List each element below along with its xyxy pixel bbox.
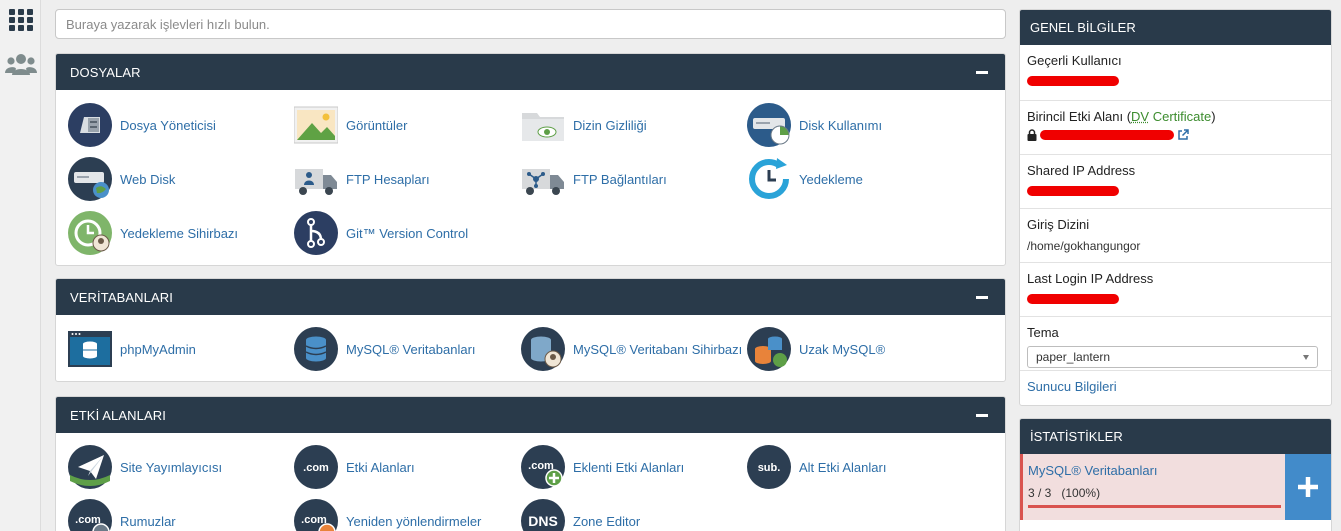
theme-row: Tema paper_lantern xyxy=(1020,316,1331,370)
svg-text:.com: .com xyxy=(303,462,329,474)
addon-domains-link[interactable]: .com Eklenti Etki Alanları xyxy=(521,442,684,492)
domains-panel-header[interactable]: ETKİ ALANLARI xyxy=(56,397,1005,433)
current-user-label: Geçerli Kullanıcı xyxy=(1027,53,1122,68)
backup-link[interactable]: Yedekleme xyxy=(747,154,863,204)
domains-panel-title: ETKİ ALANLARI xyxy=(70,407,166,423)
general-info-title: GENEL BİLGİLER xyxy=(1020,10,1331,45)
databases-panel-title: VERİTABANLARI xyxy=(70,289,173,305)
sub-domain-icon: sub. xyxy=(747,445,791,489)
svg-text:sub.: sub. xyxy=(758,462,781,474)
stat-name-link[interactable]: MySQL® Veritabanları xyxy=(1028,463,1158,478)
collapse-icon[interactable] xyxy=(975,65,989,79)
disk-usage-link[interactable]: Disk Kullanımı xyxy=(747,100,882,150)
stat-mysql-databases: MySQL® Veritabanları 3 / 3 (100%) xyxy=(1020,454,1331,520)
files-panel: DOSYALAR Dosya Yöneticisi Görüntüler Diz… xyxy=(55,53,1006,266)
users-icon[interactable] xyxy=(0,44,41,84)
backup-wizard-icon xyxy=(68,211,112,255)
shared-ip-label: Shared IP Address xyxy=(1027,163,1136,178)
files-panel-title: DOSYALAR xyxy=(70,64,141,80)
dv-certificate-link[interactable]: DV xyxy=(1131,109,1149,124)
git-branch-icon xyxy=(294,211,338,255)
statistics-title: İSTATİSTİKLER xyxy=(1020,419,1331,454)
backup-wizard-link[interactable]: Yedekleme Sihirbazı xyxy=(68,208,238,258)
phpmyadmin-icon xyxy=(68,331,112,367)
database-wizard-icon xyxy=(521,327,565,371)
directory-privacy-link[interactable]: Dizin Gizliliği xyxy=(521,100,647,150)
server-info-row: Sunucu Bilgileri xyxy=(1020,370,1331,405)
files-panel-header[interactable]: DOSYALAR xyxy=(56,54,1005,90)
alias-dot-com-icon: .com xyxy=(68,499,112,531)
mysql-databases-link[interactable]: MySQL® Veritabanları xyxy=(294,324,476,374)
collapse-icon[interactable] xyxy=(975,408,989,422)
dot-com-icon: .com xyxy=(294,445,338,489)
phpmyadmin-link[interactable]: phpMyAdmin xyxy=(68,324,196,374)
dot-com-plus-icon: .com xyxy=(521,445,565,489)
primary-domain-row: Birincil Etki Alanı (DV Certificate) xyxy=(1020,100,1331,154)
databases-panel-header[interactable]: VERİTABANLARI xyxy=(56,279,1005,315)
home-dir-value: /home/gokhangungor xyxy=(1027,239,1141,253)
stat-count: 3 / 3 (100%) xyxy=(1028,486,1101,500)
git-version-control-link[interactable]: Git™ Version Control xyxy=(294,208,468,258)
external-link-icon[interactable] xyxy=(1177,129,1189,141)
collapse-icon[interactable] xyxy=(975,290,989,304)
mysql-database-wizard-link[interactable]: MySQL® Veritabanı Sihirbazı xyxy=(521,324,742,374)
paper-plane-icon xyxy=(68,445,112,489)
aliases-link[interactable]: .com Rumuzlar xyxy=(68,496,176,531)
images-icon xyxy=(294,106,338,144)
ftp-accounts-link[interactable]: FTP Hesapları xyxy=(294,154,430,204)
domains-link[interactable]: .com Etki Alanları xyxy=(294,442,415,492)
theme-label: Tema xyxy=(1027,325,1059,340)
lock-icon xyxy=(1027,129,1037,141)
primary-domain-value xyxy=(1027,129,1324,141)
quick-find-search-input[interactable] xyxy=(55,9,1006,39)
folder-eye-icon xyxy=(522,113,564,141)
subdomains-link[interactable]: sub. Alt Etki Alanları xyxy=(747,442,886,492)
svg-text:DNS: DNS xyxy=(528,513,558,529)
last-login-ip-row: Last Login IP Address xyxy=(1020,262,1331,316)
home-dir-label: Giriş Dizini xyxy=(1027,217,1090,232)
add-database-button[interactable] xyxy=(1285,454,1331,520)
plus-icon xyxy=(1298,477,1318,497)
apps-grid-icon[interactable] xyxy=(0,0,41,40)
shared-ip-value-redacted xyxy=(1027,185,1324,199)
primary-domain-label: Birincil Etki Alanı (DV Certificate) xyxy=(1027,109,1216,124)
home-dir-row: Giriş Dizini /home/gokhangungor xyxy=(1020,208,1331,262)
web-disk-link[interactable]: Web Disk xyxy=(68,154,175,204)
dns-icon: DNS xyxy=(521,499,565,531)
stat-usage-bar xyxy=(1028,505,1281,508)
shared-ip-row: Shared IP Address xyxy=(1020,154,1331,208)
backup-clock-icon xyxy=(749,158,789,199)
redirects-link[interactable]: .com Yeniden yönlendirmeler xyxy=(294,496,481,531)
remote-mysql-link[interactable]: Uzak MySQL® xyxy=(747,324,885,374)
last-login-ip-label: Last Login IP Address xyxy=(1027,271,1154,286)
ftp-truck-user-icon xyxy=(295,169,337,195)
current-user-row: Geçerli Kullanıcı xyxy=(1020,45,1331,100)
current-user-value-redacted xyxy=(1027,75,1324,89)
disk-usage-icon xyxy=(747,103,791,147)
right-sidebar: GENEL BİLGİLER Geçerli Kullanıcı Birinci… xyxy=(1019,9,1332,531)
site-publisher-link[interactable]: Site Yayımlayıcısı xyxy=(68,442,222,492)
server-info-link[interactable]: Sunucu Bilgileri xyxy=(1027,379,1117,394)
statistics-box: İSTATİSTİKLER MySQL® Veritabanları 3 / 3… xyxy=(1019,418,1332,531)
last-login-ip-value-redacted xyxy=(1027,293,1324,307)
database-icon xyxy=(294,327,338,371)
ftp-truck-network-icon xyxy=(522,169,564,195)
ftp-connections-link[interactable]: FTP Bağlantıları xyxy=(521,154,667,204)
chevron-down-icon xyxy=(1303,354,1309,360)
redirect-dot-com-icon: .com xyxy=(294,499,338,531)
left-rail xyxy=(0,0,41,531)
file-manager-icon xyxy=(68,103,112,147)
file-manager-link[interactable]: Dosya Yöneticisi xyxy=(68,100,216,150)
remote-database-icon xyxy=(747,327,791,371)
databases-panel: VERİTABANLARI phpMyAdmin MySQL® Veritaba… xyxy=(55,278,1006,382)
web-disk-icon xyxy=(68,157,112,201)
general-info-box: GENEL BİLGİLER Geçerli Kullanıcı Birinci… xyxy=(1019,9,1332,406)
zone-editor-link[interactable]: DNS Zone Editor xyxy=(521,496,640,531)
images-link[interactable]: Görüntüler xyxy=(294,100,407,150)
stat-usage-bar-fill xyxy=(1028,505,1281,508)
domains-panel: ETKİ ALANLARI Site Yayımlayıcısı .com Et… xyxy=(55,396,1006,531)
theme-select-value: paper_lantern xyxy=(1036,350,1111,364)
theme-select[interactable]: paper_lantern xyxy=(1027,346,1318,368)
